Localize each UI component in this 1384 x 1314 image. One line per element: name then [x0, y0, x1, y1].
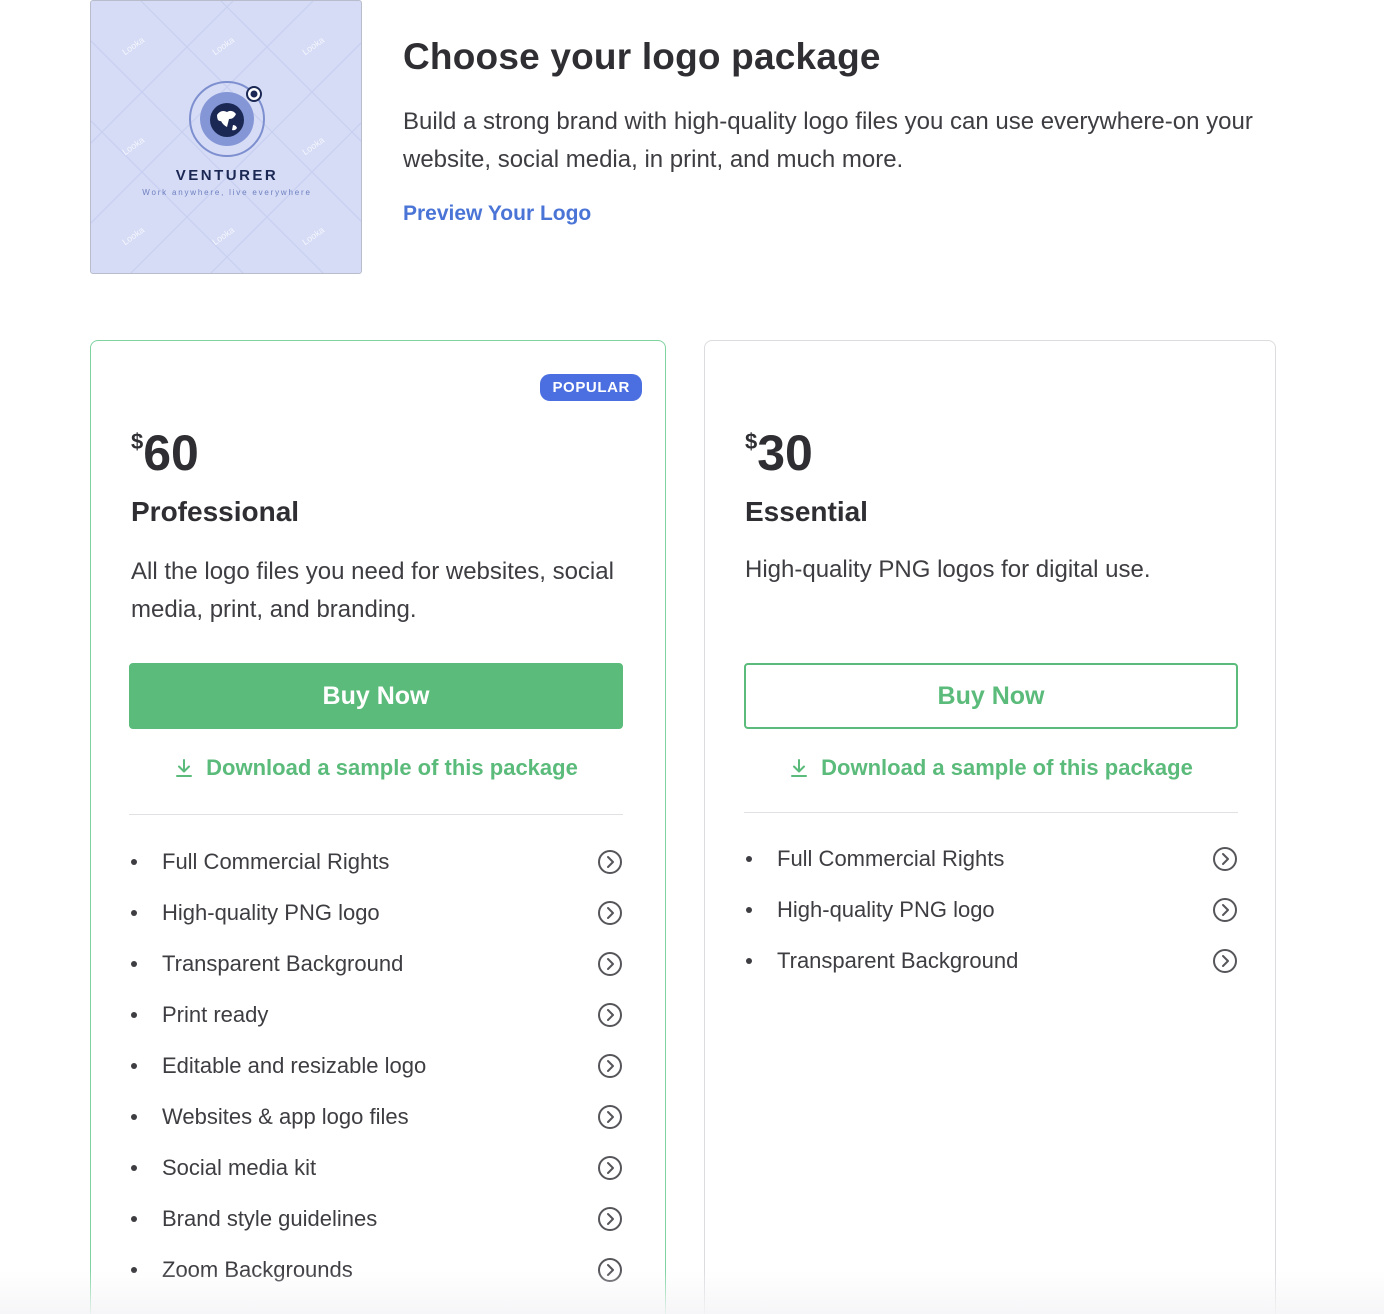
divider	[129, 814, 623, 815]
download-sample-link[interactable]: Download a sample of this package	[129, 755, 623, 781]
bullet-dot	[131, 858, 137, 865]
bullet-dot	[131, 1164, 137, 1171]
download-icon	[176, 759, 193, 777]
price: $60	[131, 425, 199, 481]
chevron-right-circle-icon[interactable]	[597, 1053, 623, 1079]
chevron-right-circle-icon[interactable]	[1212, 846, 1238, 872]
popular-badge: POPULAR	[540, 374, 642, 401]
package-card-professional: POPULAR $60 Professional All the logo fi…	[90, 340, 666, 1314]
chevron-right-circle-icon[interactable]	[597, 951, 623, 977]
divider	[744, 812, 1238, 813]
feature-label: Full Commercial Rights	[777, 845, 1005, 871]
feature-item: Editable and resizable logo	[129, 1040, 623, 1091]
price-amount: 30	[757, 425, 813, 481]
buy-now-button[interactable]: Buy Now	[129, 663, 623, 729]
feature-label: Websites & app logo files	[162, 1103, 409, 1129]
feature-item: Full Commercial Rights	[744, 833, 1238, 884]
bullet-dot	[746, 906, 752, 913]
chevron-right-circle-icon[interactable]	[597, 849, 623, 875]
feature-item: Print ready	[129, 989, 623, 1040]
plan-name: Essential	[745, 496, 868, 527]
plan-description: High-quality PNG logos for digital use.	[745, 556, 1151, 583]
feature-label: High-quality PNG logo	[777, 896, 995, 922]
feature-label: Brand style guidelines	[162, 1205, 378, 1231]
chevron-right-circle-icon[interactable]	[597, 1206, 623, 1232]
price-currency: $	[745, 429, 758, 454]
bullet-dot	[131, 1215, 137, 1222]
feature-label: Transparent Background	[162, 950, 404, 976]
preview-logo-link[interactable]: Preview Your Logo	[403, 202, 591, 226]
feature-list: Full Commercial Rights High-quality PNG l…	[744, 833, 1238, 986]
download-sample-label: Download a sample of this package	[821, 755, 1193, 780]
download-sample-label: Download a sample of this package	[206, 755, 578, 780]
buy-now-button[interactable]: Buy Now	[744, 663, 1238, 729]
bullet-dot	[131, 960, 137, 967]
download-sample-link[interactable]: Download a sample of this package	[744, 755, 1238, 781]
feature-label: Print ready	[162, 1001, 269, 1027]
page: Looka Looka Looka Looka Looka Looka Look…	[0, 0, 1384, 1314]
feature-label: High-quality PNG logo	[162, 899, 380, 925]
logo-preview-image[interactable]: Looka Looka Looka Looka Looka Looka Look…	[90, 0, 362, 274]
bullet-dot	[131, 909, 137, 916]
feature-label: Editable and resizable logo	[162, 1052, 427, 1078]
feature-list: Full Commercial Rights High-quality PNG l…	[129, 836, 623, 1295]
feature-item: Social media kit	[129, 1142, 623, 1193]
feature-item: High-quality PNG logo	[129, 887, 623, 938]
feature-label: Full Commercial Rights	[162, 848, 390, 874]
bullet-dot	[131, 1011, 137, 1018]
feature-label: Transparent Background	[777, 947, 1019, 973]
chevron-right-circle-icon[interactable]	[597, 1155, 623, 1181]
price-amount: 60	[143, 425, 199, 481]
feature-item: Websites & app logo files	[129, 1091, 623, 1142]
page-title: Choose your logo package	[403, 36, 881, 77]
brand-tagline: Work anywhere, live everywhere	[142, 188, 312, 197]
feature-item: High-quality PNG logo	[744, 884, 1238, 935]
chevron-right-circle-icon[interactable]	[597, 1104, 623, 1130]
feature-item: Transparent Background	[744, 935, 1238, 986]
feature-item: Full Commercial Rights	[129, 836, 623, 887]
bottom-fade	[0, 1270, 1384, 1314]
page-subtitle: Build a strong brand with high-quality l…	[403, 108, 1253, 173]
price: $30	[745, 425, 813, 481]
plan-description: All the logo files you need for websites…	[131, 558, 614, 623]
price-currency: $	[131, 429, 144, 454]
download-icon	[791, 759, 808, 777]
feature-item: Brand style guidelines	[129, 1193, 623, 1244]
bullet-dot	[746, 957, 752, 964]
bullet-dot	[131, 1113, 137, 1120]
feature-label: Social media kit	[162, 1154, 317, 1180]
feature-item: Transparent Background	[129, 938, 623, 989]
globe-logo-icon	[189, 81, 265, 157]
bullet-dot	[746, 855, 752, 862]
chevron-right-circle-icon[interactable]	[597, 1002, 623, 1028]
chevron-right-circle-icon[interactable]	[1212, 897, 1238, 923]
chevron-right-circle-icon[interactable]	[597, 900, 623, 926]
package-card-essential: $30 Essential High-quality PNG logos for…	[704, 340, 1276, 1314]
bullet-dot	[131, 1062, 137, 1069]
chevron-right-circle-icon[interactable]	[1212, 948, 1238, 974]
plan-name: Professional	[131, 496, 300, 527]
brand-name: VENTURER	[175, 167, 279, 184]
